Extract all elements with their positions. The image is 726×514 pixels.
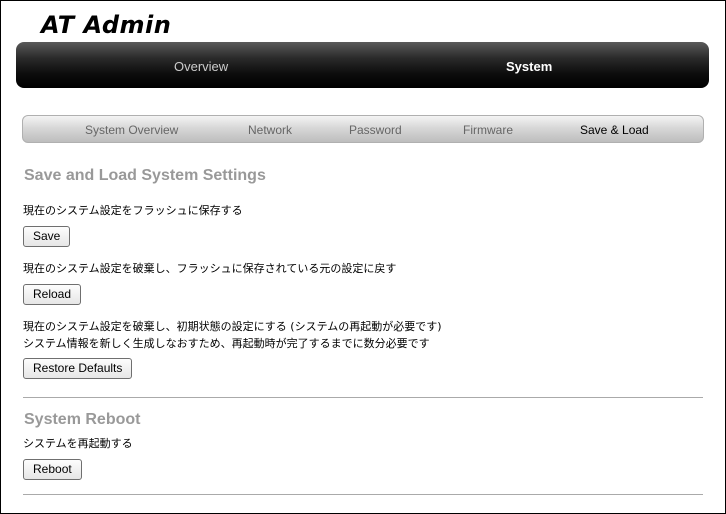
subtab-save-load[interactable]: Save & Load (580, 116, 649, 144)
subtab-firmware[interactable]: Firmware (463, 116, 513, 144)
restore-description-line2: システム情報を新しく生成しなおすため、再起動時が完了するまでに数分必要です (23, 337, 430, 350)
restore-defaults-button[interactable]: Restore Defaults (23, 358, 133, 379)
main-nav: Overview System (16, 42, 709, 88)
tab-overview[interactable]: Overview (174, 42, 228, 88)
subtab-network[interactable]: Network (248, 116, 292, 144)
reload-button[interactable]: Reload (23, 284, 82, 305)
bottom-divider (23, 494, 703, 495)
subtab-system-overview[interactable]: System Overview (85, 116, 178, 144)
app-logo: AT Admin (41, 11, 172, 39)
subtab-password[interactable]: Password (349, 116, 402, 144)
reboot-button[interactable]: Reboot (23, 459, 82, 480)
reboot-description: システムを再起動する (23, 437, 133, 450)
save-button[interactable]: Save (23, 226, 71, 247)
reload-description: 現在のシステム設定を破棄し、フラッシュに保存されている元の設定に戻す (23, 262, 397, 275)
restore-description-line1: 現在のシステム設定を破棄し、初期状態の設定にする (システムの再起動が必要です) (23, 320, 442, 333)
tab-system[interactable]: System (506, 42, 552, 88)
section-heading-reboot: System Reboot (24, 411, 141, 428)
section-divider (23, 397, 703, 398)
section-heading-save-load: Save and Load System Settings (24, 167, 266, 184)
admin-window: AT Admin Overview System System Overview… (0, 0, 726, 514)
sub-nav: System Overview Network Password Firmwar… (22, 115, 704, 143)
save-description: 現在のシステム設定をフラッシュに保存する (23, 204, 243, 217)
